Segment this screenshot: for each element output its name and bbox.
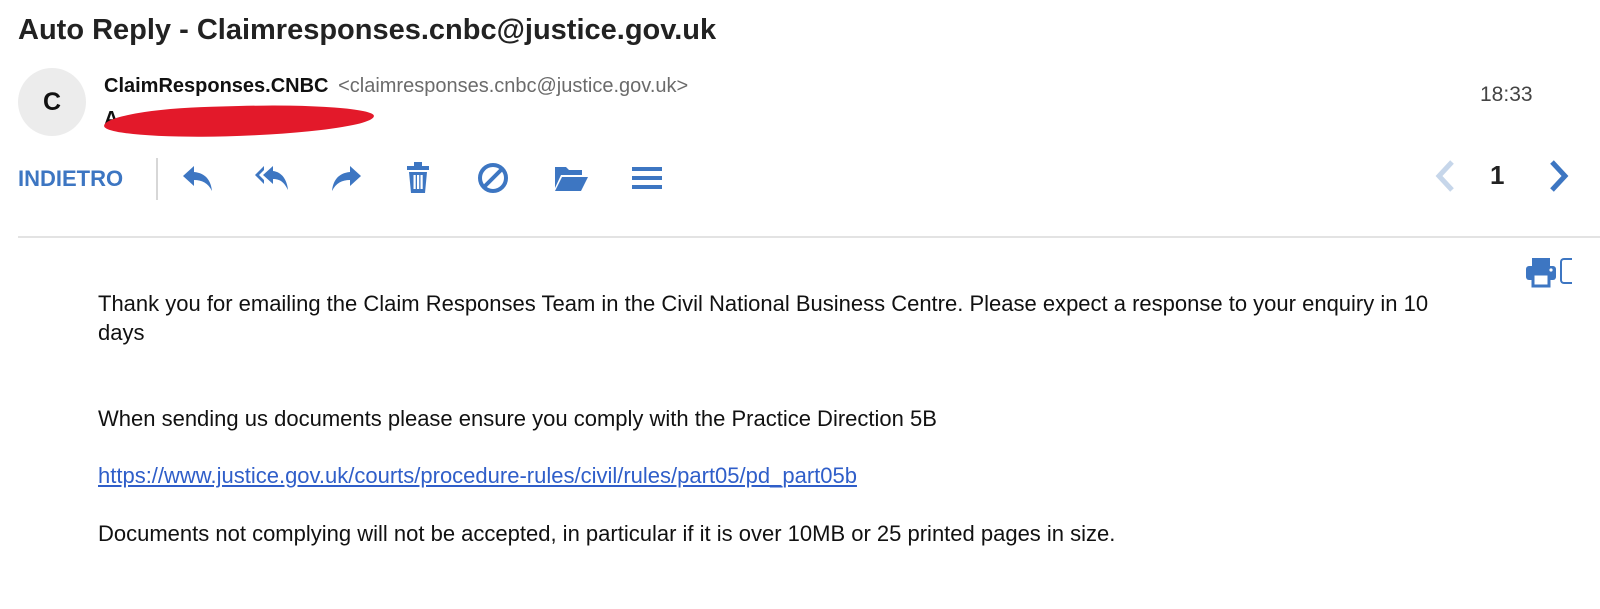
body-paragraph-3: Documents not complying will not be acce… — [98, 521, 1116, 546]
sender-avatar: C — [18, 68, 86, 136]
sender-line: ClaimResponses.CNBC <claimresponses.cnbc… — [104, 75, 688, 98]
previous-message-icon[interactable] — [1430, 158, 1464, 194]
practice-direction-link[interactable]: https://www.justice.gov.uk/courts/proced… — [98, 461, 857, 490]
block-icon[interactable] — [473, 158, 513, 198]
redaction-mark — [103, 102, 375, 140]
trash-icon[interactable] — [398, 158, 438, 198]
open-window-icon[interactable] — [1560, 258, 1572, 284]
body-paragraph-2: When sending us documents please ensure … — [98, 406, 937, 431]
page-number: 1 — [1490, 160, 1505, 190]
sender-email: <claimresponses.cnbc@justice.gov.uk> — [338, 75, 689, 97]
print-icon[interactable] — [1524, 256, 1558, 288]
back-button[interactable]: INDIETRO — [18, 166, 123, 192]
folder-icon[interactable] — [551, 158, 591, 198]
menu-icon[interactable] — [627, 158, 667, 198]
email-subject: Auto Reply - Claimresponses.cnbc@justice… — [18, 14, 717, 46]
sender-name[interactable]: ClaimResponses.CNBC — [104, 75, 329, 97]
reply-icon[interactable] — [178, 158, 218, 198]
body-paragraph-1: Thank you for emailing the Claim Respons… — [98, 291, 1429, 345]
header-divider — [18, 236, 1600, 238]
toolbar-separator — [156, 158, 158, 200]
forward-icon[interactable] — [326, 158, 366, 198]
email-time: 18:33 — [1480, 83, 1533, 106]
reply-all-icon[interactable] — [252, 158, 292, 198]
next-message-icon[interactable] — [1542, 158, 1576, 194]
